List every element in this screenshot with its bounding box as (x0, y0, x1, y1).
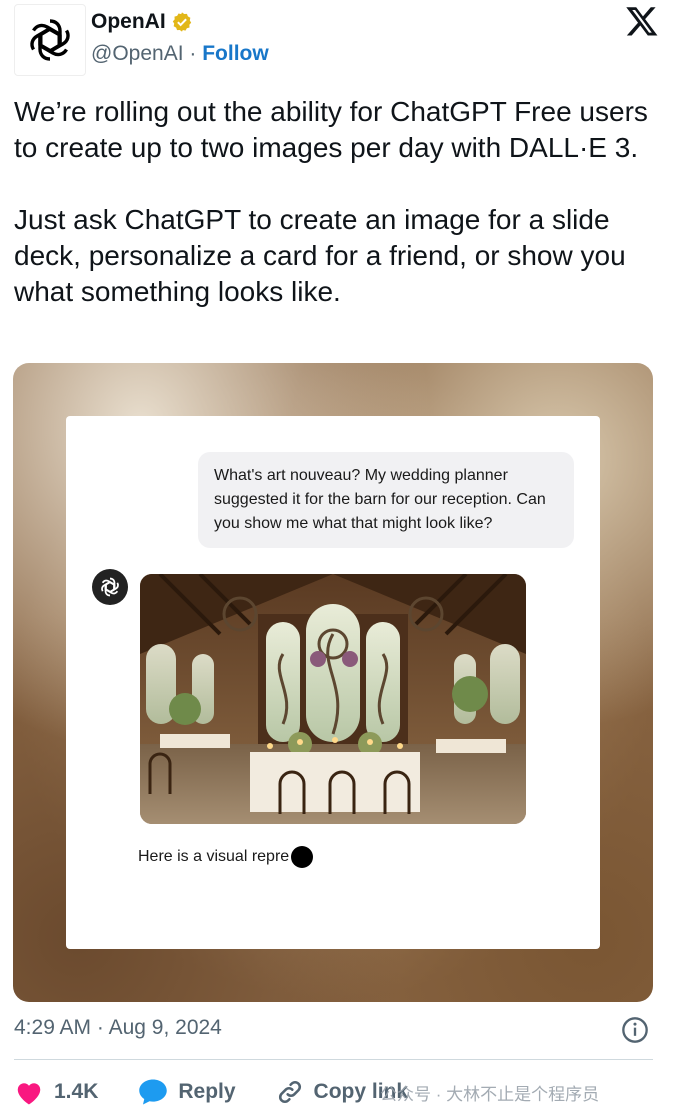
openai-logo-icon (30, 19, 70, 61)
handle-separator: · (189, 42, 197, 65)
tweet-text: We’re rolling out the ability for ChatGP… (14, 96, 648, 307)
tweet-media[interactable]: What's art nouveau? My wedding planner s… (13, 363, 653, 1002)
verified-badge-icon (172, 12, 191, 32)
assistant-reply: Here is a visual repre (138, 846, 314, 868)
name-row: OpenAI (91, 10, 193, 34)
x-logo-icon[interactable] (625, 4, 659, 38)
follow-button[interactable]: Follow (202, 42, 269, 65)
avatar[interactable] (14, 4, 86, 76)
generated-image (140, 574, 526, 824)
timestamp-separator: · (96, 1016, 104, 1039)
watermark: 公众号 · 大林不止是个程序员 (380, 1085, 600, 1104)
divider (14, 1059, 653, 1060)
link-icon (278, 1080, 301, 1104)
like-count: 1.4K (54, 1080, 99, 1103)
chat-screenshot-card: What's art nouveau? My wedding planner s… (66, 416, 600, 949)
info-icon[interactable] (621, 1016, 649, 1044)
user-message-bubble: What's art nouveau? My wedding planner s… (198, 452, 574, 548)
handle-row: @OpenAI · Follow (91, 42, 269, 66)
tweet-date: Aug 9, 2024 (108, 1016, 222, 1039)
heart-icon (17, 1083, 41, 1105)
reply-label: Reply (178, 1080, 236, 1103)
tweet-time: 4:29 AM (14, 1016, 92, 1039)
assistant-reply-text: Here is a visual repre (138, 848, 290, 865)
redaction-dot (291, 846, 314, 868)
speech-bubble-icon (139, 1079, 168, 1105)
chatgpt-avatar-icon (92, 569, 128, 605)
tweet-header: OpenAI @OpenAI · Follow (14, 4, 659, 76)
tweet-timestamp[interactable]: 4:29 AM · Aug 9, 2024 (14, 1016, 222, 1040)
reply-button[interactable]: Reply (138, 1078, 236, 1106)
account-handle[interactable]: @OpenAI (91, 42, 184, 65)
like-button[interactable]: 1.4K (14, 1078, 98, 1106)
account-name[interactable]: OpenAI (91, 10, 166, 34)
